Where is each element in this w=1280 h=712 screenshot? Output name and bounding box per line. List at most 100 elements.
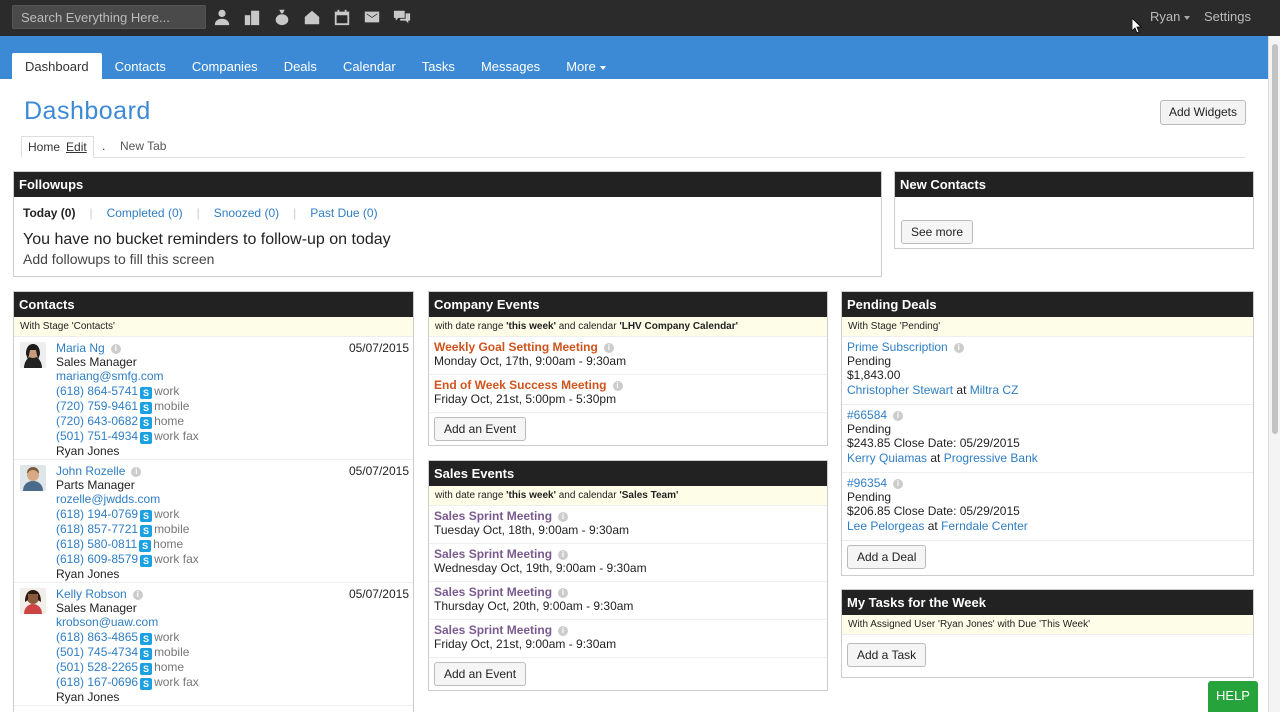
add-event-button[interactable]: Add an Event — [434, 662, 527, 686]
deal-contact-link[interactable]: Kerry Quiamas — [847, 451, 927, 465]
skype-icon[interactable]: S — [140, 431, 153, 444]
avatar[interactable] — [20, 588, 46, 614]
event-title-link[interactable]: Weekly Goal Setting Meeting — [434, 340, 598, 354]
info-icon[interactable]: i — [110, 344, 121, 354]
phone-link[interactable]: (501) 745-4734 — [56, 645, 138, 659]
info-icon[interactable]: i — [953, 343, 964, 353]
info-icon[interactable]: i — [893, 411, 904, 421]
nav-tab-dashboard[interactable]: Dashboard — [12, 53, 102, 79]
skype-icon[interactable]: S — [139, 539, 152, 552]
skype-icon[interactable]: S — [140, 401, 153, 414]
skype-icon[interactable]: S — [140, 416, 153, 429]
nav-tab-messages[interactable]: Messages — [468, 53, 553, 79]
info-icon[interactable]: i — [893, 479, 904, 489]
phone-link[interactable]: (501) 528-2265 — [56, 660, 138, 674]
skype-icon[interactable]: S — [140, 662, 153, 675]
info-icon[interactable]: i — [558, 550, 569, 560]
subtab-home[interactable]: Home Edit — [21, 136, 94, 158]
event-title-link[interactable]: Sales Sprint Meeting — [434, 509, 552, 523]
contact-email-link[interactable]: rozelle@jwdds.com — [56, 492, 199, 506]
nav-tab-deals[interactable]: Deals — [271, 53, 330, 79]
deal-contact-link[interactable]: Christopher Stewart — [847, 383, 953, 397]
nav-tab-contacts[interactable]: Contacts — [102, 53, 179, 79]
scroll-thumb[interactable] — [1272, 44, 1278, 434]
phone-link[interactable]: (618) 167-0696 — [56, 675, 138, 689]
skype-icon[interactable]: S — [140, 647, 153, 660]
phone-link[interactable]: (618) 580-0811 — [56, 537, 137, 551]
followups-tab-completed[interactable]: Completed (0) — [107, 206, 183, 220]
phone-link[interactable]: (501) 751-4934 — [56, 429, 138, 443]
nav-tab-tasks[interactable]: Tasks — [409, 53, 468, 79]
deal-amount: $206.85 Close Date: 05/29/2015 — [847, 504, 1020, 519]
info-icon[interactable]: i — [558, 626, 569, 636]
info-icon[interactable]: i — [558, 588, 569, 598]
deal-company-link[interactable]: Ferndale Center — [941, 519, 1028, 533]
add-task-button[interactable]: Add a Task — [847, 643, 927, 667]
deal-company-link[interactable]: Miltra CZ — [970, 383, 1019, 397]
contact-card: John Rozelle i Parts Manager rozelle@jwdd… — [14, 460, 413, 583]
inbox-icon[interactable] — [302, 7, 322, 27]
info-icon[interactable]: i — [131, 467, 142, 477]
see-more-button[interactable]: See more — [901, 220, 974, 244]
event-time: Tuesday Oct, 18th, 9:00am - 9:30am — [434, 523, 629, 537]
phone-link[interactable]: (720) 759-9461 — [56, 399, 138, 413]
followups-tab-past-due[interactable]: Past Due (0) — [310, 206, 377, 220]
contact-name-link[interactable]: John Rozelle — [56, 464, 125, 478]
companies-icon[interactable] — [242, 7, 262, 27]
mail-icon[interactable] — [362, 7, 382, 27]
event-title-link[interactable]: Sales Sprint Meeting — [434, 547, 552, 561]
deal-name-link[interactable]: #96354 — [847, 476, 887, 490]
global-search-input[interactable]: Search Everything Here... — [12, 5, 206, 29]
nav-tab-calendar[interactable]: Calendar — [330, 53, 409, 79]
phone-link[interactable]: (618) 194-0769 — [56, 507, 138, 521]
skype-icon[interactable]: S — [140, 524, 153, 537]
contacts-icon[interactable] — [212, 7, 232, 27]
phone-link[interactable]: (618) 863-4865 — [56, 630, 138, 644]
followups-tab-today[interactable]: Today (0) — [23, 206, 75, 220]
contact-email-link[interactable]: krobson@uaw.com — [56, 615, 199, 629]
deal-name-link[interactable]: Prime Subscription — [847, 340, 948, 354]
phone-link[interactable]: (618) 857-7721 — [56, 522, 138, 536]
info-icon[interactable]: i — [603, 343, 614, 353]
contact-name-link[interactable]: Maria Ng — [56, 341, 105, 355]
help-button[interactable]: HELP — [1208, 681, 1258, 712]
deals-icon[interactable] — [272, 7, 292, 27]
nav-tab-companies[interactable]: Companies — [179, 53, 271, 79]
info-icon[interactable]: i — [612, 381, 623, 391]
avatar[interactable] — [20, 342, 46, 368]
add-deal-button[interactable]: Add a Deal — [847, 545, 927, 569]
deal-company-link[interactable]: Progressive Bank — [944, 451, 1038, 465]
sales-events-panel: Sales Events with date range 'this week'… — [428, 460, 828, 691]
nav-tab-more[interactable]: More — [553, 53, 619, 79]
phone-link[interactable]: (720) 643-0682 — [56, 414, 138, 428]
contact-name-link[interactable]: Kelly Robson — [56, 587, 127, 601]
followups-tab-snoozed[interactable]: Snoozed (0) — [214, 206, 279, 220]
skype-icon[interactable]: S — [140, 509, 153, 522]
calendar-icon[interactable] — [332, 7, 352, 27]
skype-icon[interactable]: S — [140, 386, 153, 399]
contact-email-link[interactable]: mariang@smfg.com — [56, 369, 199, 383]
event-item: Sales Sprint Meeting i Wednesday Oct, 19t… — [429, 544, 827, 582]
skype-icon[interactable]: S — [140, 632, 153, 645]
add-event-button[interactable]: Add an Event — [434, 417, 527, 441]
settings-link[interactable]: Settings — [1204, 9, 1251, 24]
phone-link[interactable]: (618) 864-5741 — [56, 384, 138, 398]
event-title-link[interactable]: Sales Sprint Meeting — [434, 623, 552, 637]
skype-icon[interactable]: S — [140, 677, 153, 690]
page-scrollbar[interactable] — [1268, 36, 1280, 712]
phone-link[interactable]: (618) 609-8579 — [56, 552, 138, 566]
user-menu[interactable]: Ryan — [1150, 9, 1191, 24]
skype-icon[interactable]: S — [140, 554, 153, 567]
event-title-link[interactable]: Sales Sprint Meeting — [434, 585, 552, 599]
subtab-edit-link[interactable]: Edit — [66, 140, 87, 154]
add-widgets-button[interactable]: Add Widgets — [1160, 100, 1246, 125]
pending-deals-panel: Pending Deals With Stage 'Pending' Prime… — [841, 291, 1254, 576]
info-icon[interactable]: i — [132, 590, 143, 600]
avatar[interactable] — [20, 465, 46, 491]
subtab-new-tab[interactable]: New Tab — [120, 139, 166, 153]
deal-name-link[interactable]: #66584 — [847, 408, 887, 422]
info-icon[interactable]: i — [558, 512, 569, 522]
chat-icon[interactable] — [392, 7, 412, 27]
event-title-link[interactable]: End of Week Success Meeting — [434, 378, 607, 392]
deal-contact-link[interactable]: Lee Pelorgeas — [847, 519, 924, 533]
